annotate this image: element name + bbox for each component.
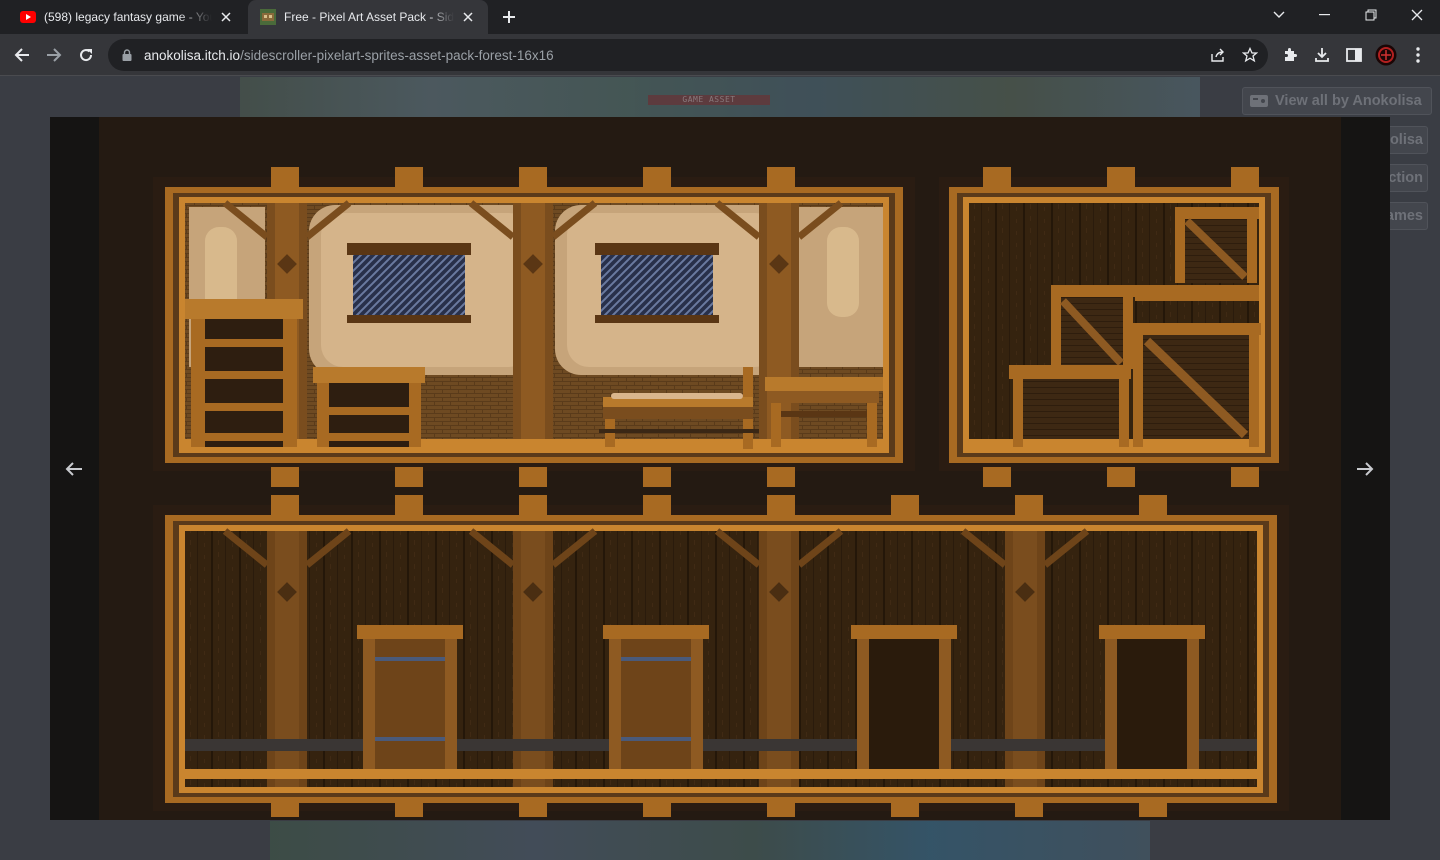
tab-title: Free - Pixel Art Asset Pack - Sidescroll…: [284, 10, 454, 24]
storage-room: [939, 167, 1289, 487]
back-icon[interactable]: [8, 41, 36, 69]
minimize-icon[interactable]: [1302, 0, 1348, 30]
url-text: anokolisa.itch.io/sidescroller-pixelart-…: [144, 48, 554, 63]
view-all-label: View all by Anokolisa: [1275, 93, 1422, 109]
screenshot-lightbox: [50, 117, 1390, 820]
tab-close-icon[interactable]: [460, 9, 476, 25]
reload-icon[interactable]: [72, 41, 100, 69]
restore-icon[interactable]: [1348, 0, 1394, 30]
url-host: anokolisa.itch.io: [144, 47, 241, 63]
forward-icon[interactable]: [40, 41, 68, 69]
lock-icon[interactable]: [120, 48, 134, 62]
screenshot-image: [99, 117, 1341, 820]
lower-corridor: [153, 495, 1289, 817]
profile-avatar[interactable]: [1372, 41, 1400, 69]
youtube-icon: [20, 9, 36, 25]
tab-youtube[interactable]: (598) legacy fantasy game - YouTube: [8, 0, 246, 34]
tab-itch-asset-pack[interactable]: Free - Pixel Art Asset Pack - Sidescroll…: [248, 0, 488, 34]
tab-strip: (598) legacy fantasy game - YouTube Free…: [0, 0, 1440, 34]
extensions-icon[interactable]: [1276, 41, 1304, 69]
view-all-button[interactable]: View all by Anokolisa: [1242, 87, 1432, 115]
tab-search-icon[interactable]: [1256, 0, 1302, 30]
game-banner: GAME ASSET: [240, 77, 1200, 117]
close-icon[interactable]: [1394, 0, 1440, 30]
menu-icon[interactable]: [1404, 41, 1432, 69]
browser-toolbar: anokolisa.itch.io/sidescroller-pixelart-…: [0, 34, 1440, 76]
address-bar[interactable]: anokolisa.itch.io/sidescroller-pixelart-…: [108, 39, 1268, 71]
sidepanel-icon[interactable]: [1340, 41, 1368, 69]
upper-room: [153, 167, 915, 487]
tab-close-icon[interactable]: [218, 9, 234, 25]
share-icon[interactable]: [1204, 41, 1232, 69]
download-icon[interactable]: [1308, 41, 1336, 69]
arrow-left-icon[interactable]: [60, 455, 88, 483]
screenshot-thumbnails: [270, 821, 1150, 860]
star-icon[interactable]: [1236, 41, 1264, 69]
games-icon: [1249, 93, 1269, 109]
page-content: GAME ASSET View all by Anokolisa olisa c…: [0, 77, 1440, 860]
url-path: /sidescroller-pixelart-sprites-asset-pac…: [240, 47, 554, 63]
tab-title: (598) legacy fantasy game - YouTube: [44, 10, 212, 24]
plus-icon[interactable]: [498, 6, 520, 28]
pixel-art-favicon: [260, 9, 276, 25]
arrow-right-icon[interactable]: [1351, 455, 1379, 483]
banner-ribbon: GAME ASSET: [648, 95, 770, 105]
